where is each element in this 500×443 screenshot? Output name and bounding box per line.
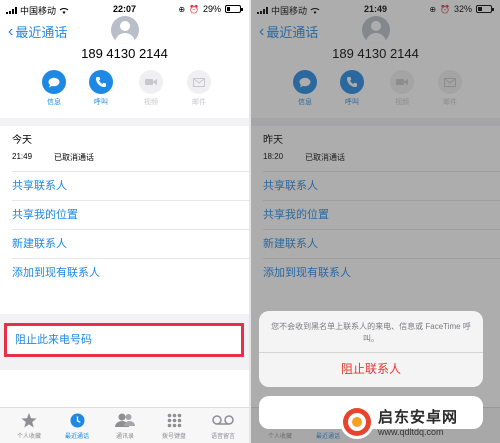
lock-rotation-icon: ⊕ <box>178 4 186 14</box>
video-icon <box>139 70 163 94</box>
tab-favorites[interactable]: 个人收藏 <box>4 411 54 440</box>
call-label: 呼叫 <box>94 99 108 106</box>
battery-percent: 29% <box>202 4 221 14</box>
tab-label: 个人收藏 <box>16 434 41 440</box>
block-caller-button[interactable]: 阻止此来电号码 <box>4 323 244 357</box>
new-contact-item[interactable]: 新建联系人 <box>12 229 249 258</box>
call-time: 21:49 <box>12 152 33 161</box>
tab-contacts[interactable]: 通讯录 <box>100 411 150 440</box>
star-icon <box>4 411 54 429</box>
tab-label: 最近通话 <box>64 434 89 440</box>
sheet-message: 您不会收到黑名单上联系人的来电、信息或 FaceTime 呼叫。 <box>271 322 471 343</box>
mail-label: 邮件 <box>192 99 206 106</box>
mail-icon <box>187 70 211 94</box>
keypad-icon <box>149 411 199 429</box>
alarm-icon: ⏰ <box>189 4 199 14</box>
call-button[interactable]: 呼叫 <box>81 70 121 107</box>
avatar <box>111 16 139 44</box>
tab-label: 拨号键盘 <box>161 434 186 440</box>
watermark-name: 启东安卓网 <box>378 409 459 426</box>
watermark-logo-icon <box>340 404 374 439</box>
block-section: 阻止此来电号码 <box>0 314 249 370</box>
contact-actions: 信息 呼叫 视频 邮件 <box>0 70 249 110</box>
tab-voicemail[interactable]: 语音留言 <box>198 411 248 440</box>
sheet-separator <box>259 352 483 353</box>
call-info: 今天 21:49 已取消通话 <box>12 131 94 163</box>
contacts-icon <box>100 411 150 429</box>
video-button[interactable]: 视频 <box>131 70 171 107</box>
call-record: 21:49 已取消通话 <box>12 152 94 163</box>
left-phone-screen: 中国移动 22:07 ⊕ ⏰ 29% ‹ 最近通话 189 4130 2144 … <box>0 0 249 443</box>
message-icon <box>42 70 66 94</box>
watermark-text: 启东安卓网 www.qdltdq.com <box>378 406 458 437</box>
back-label: 最近通话 <box>15 25 68 40</box>
status-right: ⊕ ⏰ 29% <box>178 4 243 14</box>
right-phone-screen: 中国移动 21:49 ⊕ ⏰ 32% ‹ 最近通话 189 4130 2144 … <box>251 0 500 443</box>
tab-bar: 个人收藏 最近通话 通讯录 拨号键盘 语音留言 <box>0 407 249 443</box>
back-button[interactable]: ‹ 最近通话 <box>8 22 67 41</box>
block-action-sheet: 您不会收到黑名单上联系人的来电、信息或 FaceTime 呼叫。 阻止联系人 <box>259 311 483 387</box>
battery-fill <box>227 7 231 11</box>
block-contact-button[interactable]: 阻止联系人 <box>259 360 483 377</box>
share-location-item[interactable]: 共享我的位置 <box>12 200 249 229</box>
add-to-contact-item[interactable]: 添加到现有联系人 <box>12 258 249 287</box>
share-contact-item[interactable]: 共享联系人 <box>12 171 249 200</box>
call-status: 已取消通话 <box>54 153 95 162</box>
video-label: 视频 <box>144 99 158 106</box>
watermark-url: www.qdltdq.com <box>378 427 444 437</box>
battery-icon <box>225 5 243 13</box>
watermark: 启东安卓网 www.qdltdq.com <box>340 400 500 443</box>
tab-label: 语音留言 <box>210 434 235 440</box>
message-label: 信息 <box>47 99 61 106</box>
message-button[interactable]: 信息 <box>34 70 74 107</box>
tab-label: 通讯录 <box>115 434 134 440</box>
clock-icon <box>52 411 102 429</box>
phone-icon <box>89 70 113 94</box>
phone-number: 189 4130 2144 <box>81 46 168 61</box>
tab-recents[interactable]: 最近通话 <box>52 411 102 440</box>
call-day: 今天 <box>12 135 32 146</box>
tab-keypad[interactable]: 拨号键盘 <box>149 411 199 440</box>
section-divider <box>0 118 249 126</box>
mail-button[interactable]: 邮件 <box>179 70 219 107</box>
chevron-left-icon: ‹ <box>8 22 14 40</box>
voicemail-icon <box>198 411 248 429</box>
